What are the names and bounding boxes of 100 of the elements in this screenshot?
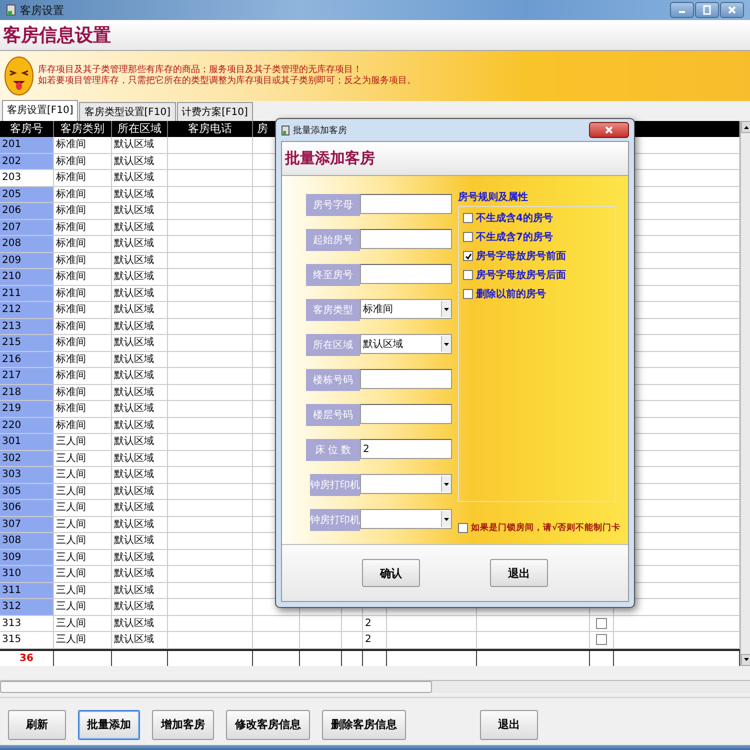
table-cell[interactable]: 213 [0,318,54,335]
table-cell: 标准间 [54,203,112,220]
table-cell: 默认区域 [112,599,168,616]
checkbox[interactable] [463,232,473,242]
table-cell: 2 [363,616,387,632]
table-cell[interactable]: 309 [0,550,54,566]
table-cell[interactable]: 201 [0,137,54,154]
checkbox[interactable] [596,634,607,646]
tab[interactable]: 客房设置[F10] [2,100,78,121]
table-cell: 默认区域 [112,368,168,384]
dropdown-field[interactable]: 标准间 [360,299,452,319]
action-button[interactable]: 删除客房信息 [322,710,406,740]
table-cell [253,616,300,632]
column-header[interactable]: 客房类别 [54,121,112,137]
table-cell: 默认区域 [112,236,168,252]
table-cell: 默认区域 [112,500,168,516]
table-cell: 标准间 [54,368,112,384]
table-cell[interactable]: 207 [0,220,54,236]
table-cell[interactable]: 210 [0,269,54,286]
checkbox-label: 如果是门锁房间，请√否则不能制门卡 [471,522,621,534]
table-cell[interactable]: 205 [0,186,54,203]
dialog-button[interactable]: 确认 [362,559,420,587]
table-cell[interactable]: 306 [0,500,54,516]
minimize-button[interactable] [670,2,694,18]
table-cell: 标准间 [54,154,112,170]
scroll-up-button[interactable] [741,121,750,133]
horizontal-scrollbar[interactable] [0,680,750,692]
table-cell[interactable]: 303 [0,467,54,484]
input-field[interactable] [360,229,452,249]
table-cell: 标准间 [54,220,112,236]
checkbox[interactable] [596,618,607,629]
table-cell: 三人间 [54,467,112,484]
vertical-scrollbar[interactable] [740,121,750,666]
table-cell[interactable]: 209 [0,252,54,269]
table-cell[interactable]: 216 [0,352,54,368]
table-cell[interactable]: 217 [0,368,54,384]
table-cell[interactable]: 212 [0,302,54,318]
table-cell[interactable]: 312 [0,599,54,616]
table-cell: 标准间 [54,352,112,368]
table-cell[interactable]: 218 [0,384,54,401]
table-cell: 默认区域 [112,566,168,582]
checkbox[interactable] [463,270,473,280]
table-cell: 标准间 [54,302,112,318]
field-label: 房号字母 [306,194,360,216]
input-field[interactable] [360,404,452,424]
table-cell[interactable]: 211 [0,286,54,302]
table-cell[interactable]: 208 [0,236,54,252]
table-cell[interactable]: 310 [0,566,54,582]
table-cell: 标准间 [54,384,112,401]
scroll-down-button[interactable] [741,654,750,666]
dropdown-field[interactable] [360,509,452,529]
checkbox[interactable] [463,213,473,223]
column-header[interactable]: 客房电话 [168,121,253,137]
dropdown-field[interactable]: 默认区域 [360,334,452,354]
table-cell[interactable]: 202 [0,154,54,170]
table-cell[interactable]: 220 [0,418,54,434]
table-cell: 默认区域 [112,582,168,599]
dialog-button[interactable]: 退出 [490,559,548,587]
checkbox[interactable] [463,289,473,299]
table-cell[interactable]: 219 [0,401,54,418]
input-field[interactable]: 2 [360,439,452,459]
checkbox-label: 删除以前的房号 [476,287,546,301]
input-field[interactable] [360,264,452,284]
tab[interactable]: 客房类型设置[F10] [79,102,176,121]
table-cell: 默认区域 [112,450,168,467]
action-button[interactable]: 修改客房信息 [226,710,310,740]
table-cell[interactable]: 215 [0,335,54,352]
table-cell: 三人间 [54,434,112,450]
table-cell: 标准间 [54,418,112,434]
close-button[interactable] [589,122,629,138]
table-cell: 标准间 [54,318,112,335]
table-cell[interactable]: 302 [0,450,54,467]
action-button[interactable]: 批量添加 [78,710,140,740]
table-cell: 三人间 [54,599,112,616]
table-cell[interactable]: 301 [0,434,54,450]
input-field[interactable] [360,194,452,214]
scroll-thumb[interactable] [0,680,432,692]
table-cell[interactable]: 307 [0,516,54,533]
checkbox[interactable] [458,523,468,533]
table-cell: 默认区域 [112,154,168,170]
close-button[interactable] [720,2,744,18]
tab[interactable]: 计费方案[F10] [176,102,253,121]
input-field[interactable] [360,369,452,389]
column-header[interactable]: 所在区域 [112,121,168,137]
checkbox[interactable] [463,251,473,261]
action-button[interactable]: 刷新 [8,710,66,740]
table-cell[interactable]: 313 [0,616,54,632]
table-cell: 标准间 [54,286,112,302]
table-cell[interactable]: 308 [0,533,54,550]
action-button[interactable]: 退出 [480,710,538,740]
page-title: 客房信息设置 [3,24,111,47]
dropdown-field[interactable] [360,474,452,494]
table-cell[interactable]: 305 [0,484,54,500]
maximize-button[interactable] [695,2,719,18]
table-cell: 标准间 [54,137,112,154]
field-label: 起始房号 [306,229,360,251]
table-cell[interactable]: 311 [0,582,54,599]
table-cell[interactable]: 206 [0,203,54,220]
table-cell: 默认区域 [112,616,168,632]
action-button[interactable]: 增加客房 [152,710,214,740]
